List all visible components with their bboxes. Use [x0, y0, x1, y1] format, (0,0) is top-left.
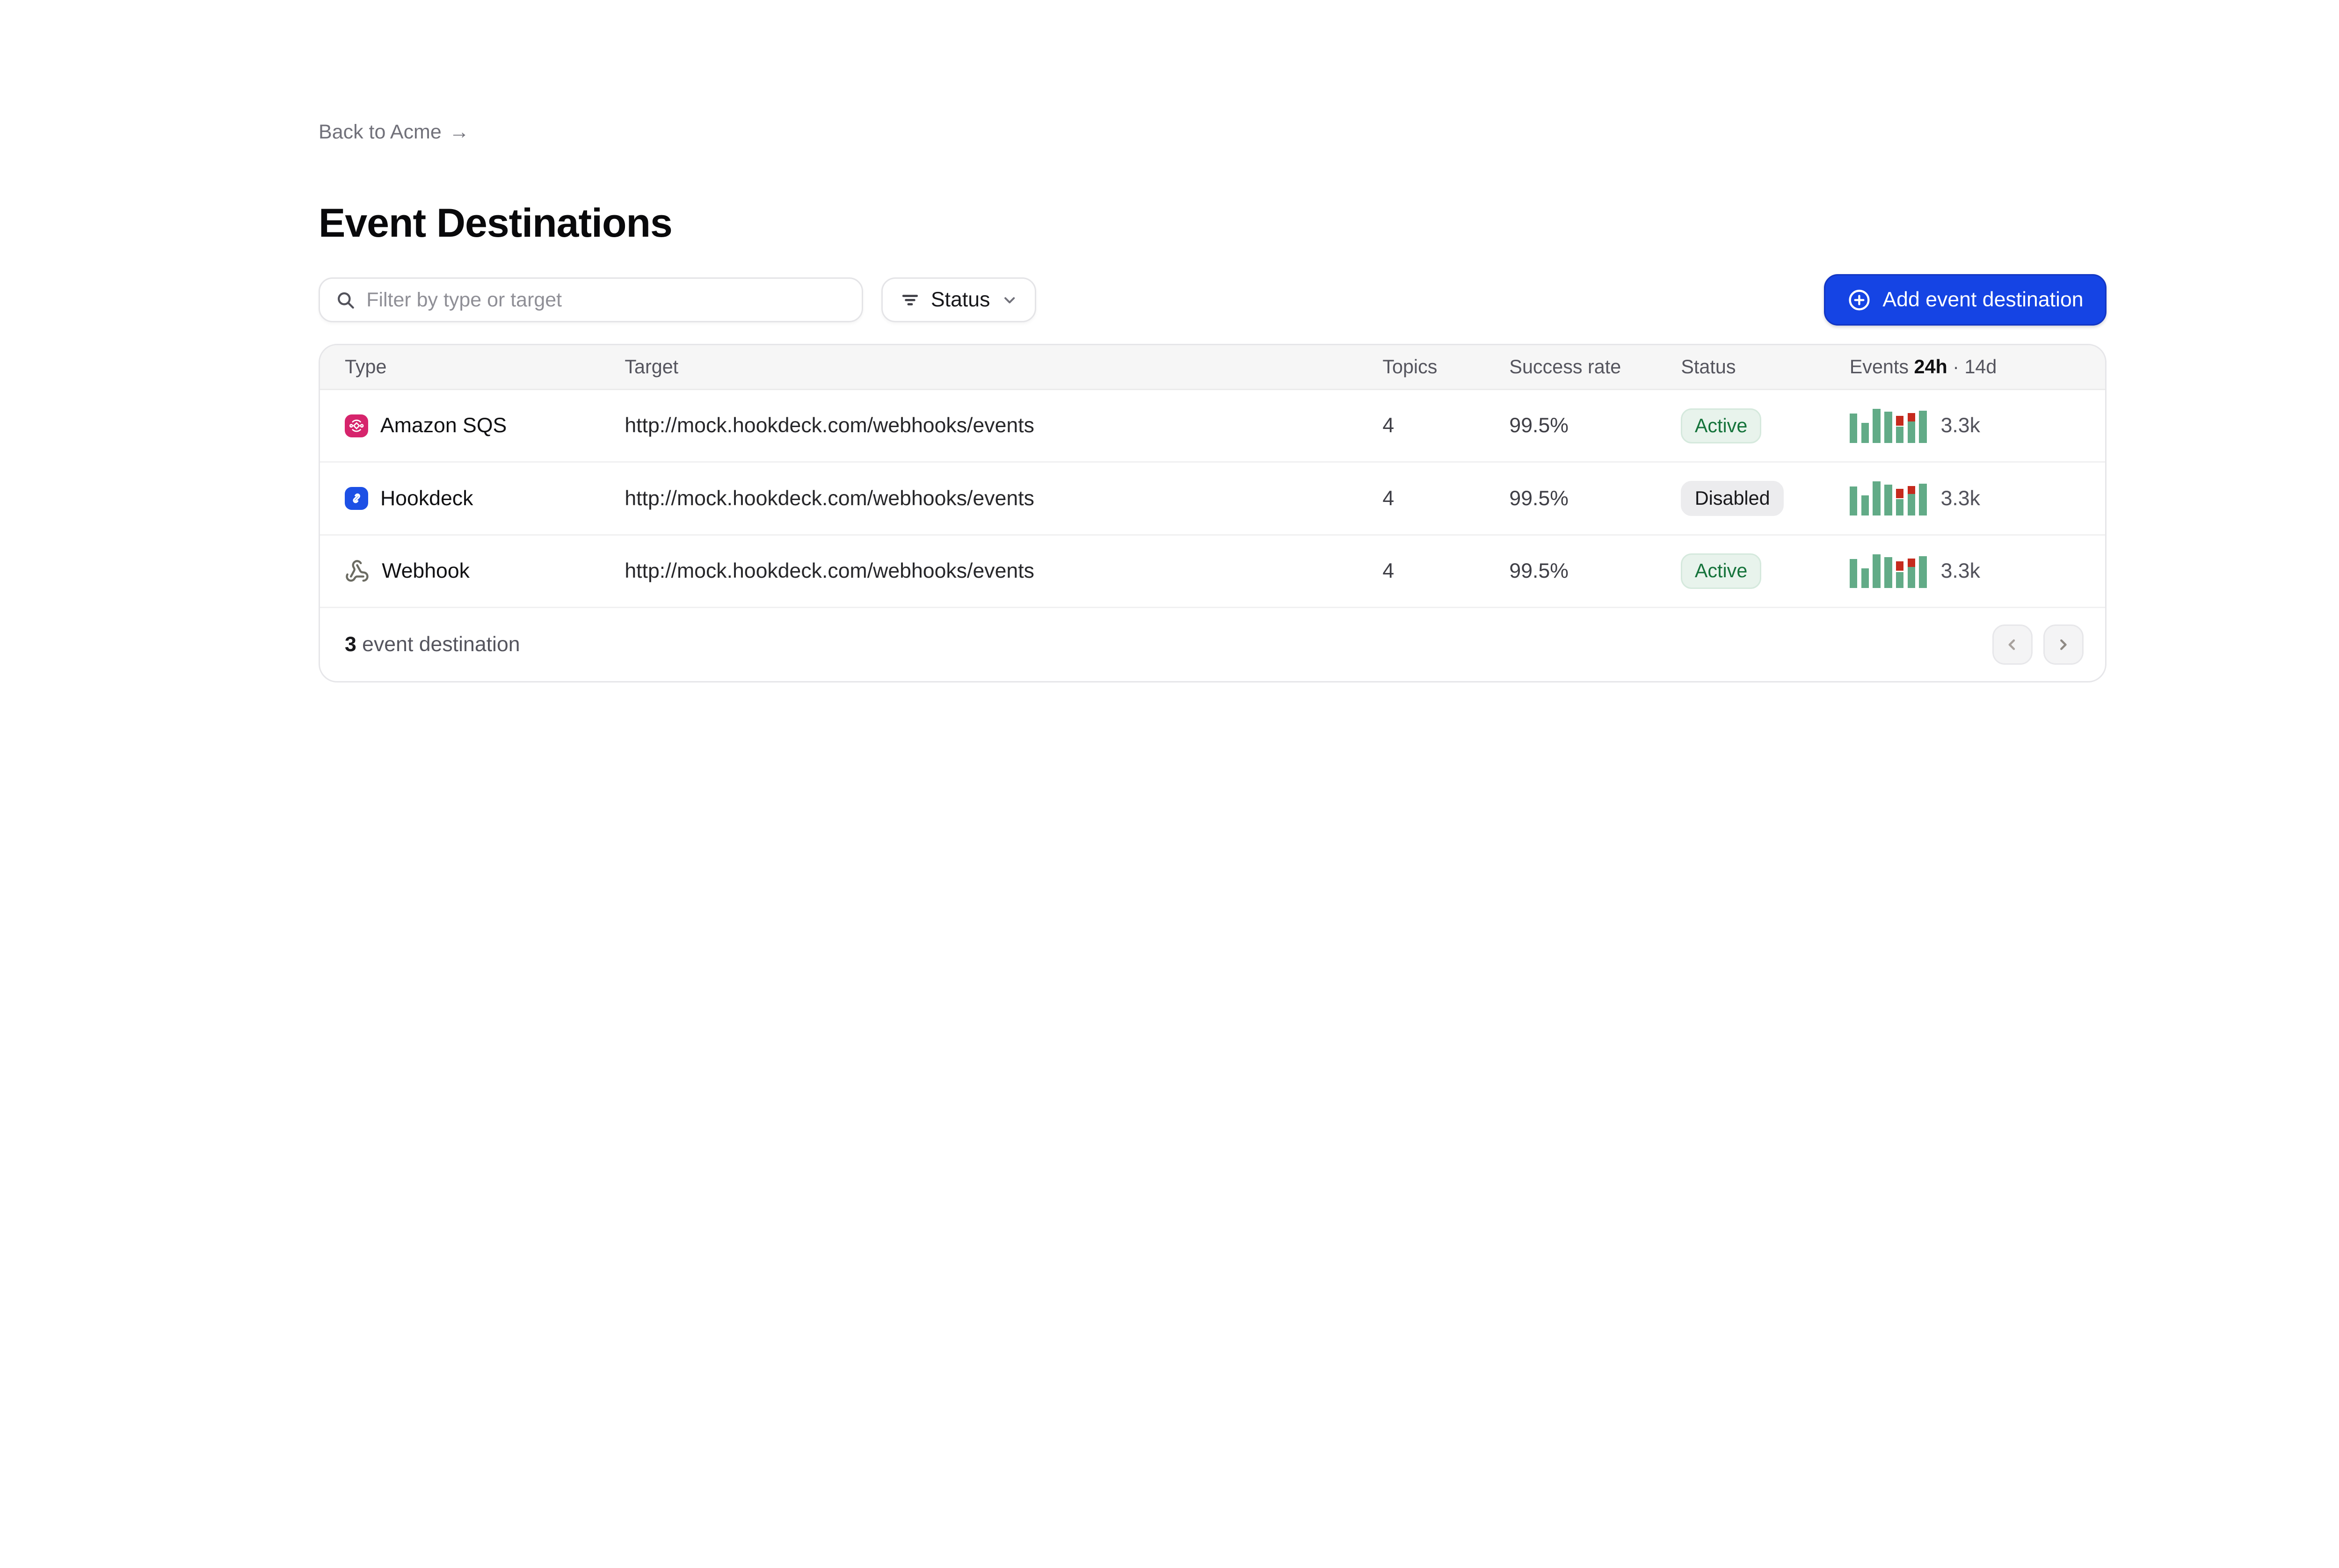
row-count: 3 event destination — [345, 633, 520, 656]
target-url: http://mock.hookdeck.com/webhooks/events — [625, 559, 1382, 583]
type-cell: Webhook — [345, 559, 625, 584]
type-cell: Hookdeck — [345, 487, 625, 510]
topics-count: 4 — [1382, 487, 1509, 510]
column-header-target: Target — [625, 356, 1382, 378]
column-header-topics: Topics — [1382, 356, 1509, 378]
chevron-left-icon — [2004, 636, 2020, 653]
target-url: http://mock.hookdeck.com/webhooks/events — [625, 487, 1382, 510]
row-count-label: event destination — [362, 633, 520, 656]
events-range-14d: 14d — [1964, 356, 1997, 377]
events-bar-chart — [1850, 554, 1927, 588]
next-page-button[interactable] — [2043, 624, 2084, 665]
status-cell: Active — [1681, 408, 1849, 443]
search-icon — [335, 290, 356, 310]
add-event-destination-button[interactable]: Add event destination — [1824, 274, 2107, 325]
table-row[interactable]: Hookdeck http://mock.hookdeck.com/webhoo… — [320, 463, 2105, 535]
back-to-acme-link[interactable]: Back to Acme → — [319, 121, 469, 144]
events-bar-chart — [1850, 481, 1927, 515]
status-badge: Active — [1681, 408, 1761, 443]
table-row[interactable]: Amazon SQS http://mock.hookdeck.com/webh… — [320, 390, 2105, 463]
events-bar-chart — [1850, 409, 1927, 443]
pagination — [1992, 624, 2084, 665]
events-cell: 3.3k — [1850, 481, 2080, 515]
events-range-24h: 24h — [1914, 356, 1947, 377]
row-count-number: 3 — [345, 633, 356, 656]
events-cell: 3.3k — [1850, 409, 2080, 443]
column-header-success-rate: Success rate — [1509, 356, 1681, 378]
type-cell: Amazon SQS — [345, 414, 625, 437]
status-cell: Disabled — [1681, 481, 1849, 516]
status-filter-label: Status — [931, 288, 990, 312]
table-row[interactable]: Webhook http://mock.hookdeck.com/webhook… — [320, 536, 2105, 608]
status-cell: Active — [1681, 553, 1849, 588]
page-title: Event Destinations — [319, 200, 2107, 247]
column-header-status: Status — [1681, 356, 1849, 378]
topics-count: 4 — [1382, 559, 1509, 583]
success-rate-value: 99.5% — [1509, 414, 1681, 437]
event-destinations-table: Type Target Topics Success rate Status E… — [319, 344, 2107, 682]
toolbar: Status Add event destination — [319, 274, 2107, 325]
status-filter-button[interactable]: Status — [881, 277, 1036, 322]
column-header-events: Events 24h · 14d — [1850, 356, 2080, 378]
add-button-label: Add event destination — [1882, 288, 2083, 312]
filter-icon — [900, 290, 920, 310]
search-input[interactable] — [366, 289, 846, 312]
event-destinations-page: Back to Acme → Event Destinations Status… — [0, 0, 2339, 682]
events-total: 3.3k — [1941, 487, 1980, 510]
previous-page-button[interactable] — [1992, 624, 2033, 665]
success-rate-value: 99.5% — [1509, 487, 1681, 510]
status-badge: Disabled — [1681, 481, 1784, 516]
destination-type-label: Webhook — [382, 559, 470, 583]
webhook-icon — [345, 559, 370, 584]
table-header-row: Type Target Topics Success rate Status E… — [320, 345, 2105, 390]
chevron-right-icon — [2055, 636, 2071, 653]
plus-circle-icon — [1847, 288, 1872, 312]
topics-count: 4 — [1382, 414, 1509, 437]
events-cell: 3.3k — [1850, 554, 2080, 588]
events-total: 3.3k — [1941, 414, 1980, 437]
destination-type-label: Amazon SQS — [380, 414, 507, 437]
amazon-sqs-icon — [345, 414, 368, 438]
events-total: 3.3k — [1941, 559, 1980, 583]
destination-type-label: Hookdeck — [380, 487, 473, 510]
target-url: http://mock.hookdeck.com/webhooks/events — [625, 414, 1382, 437]
hookdeck-icon — [345, 487, 368, 510]
search-box[interactable] — [319, 277, 863, 322]
success-rate-value: 99.5% — [1509, 559, 1681, 583]
arrow-right-icon: → — [449, 121, 469, 144]
column-header-type: Type — [345, 356, 625, 378]
status-badge: Active — [1681, 553, 1761, 588]
chevron-down-icon — [1001, 291, 1018, 308]
table-footer: 3 event destination — [320, 608, 2105, 681]
back-link-label: Back to Acme — [319, 121, 442, 144]
